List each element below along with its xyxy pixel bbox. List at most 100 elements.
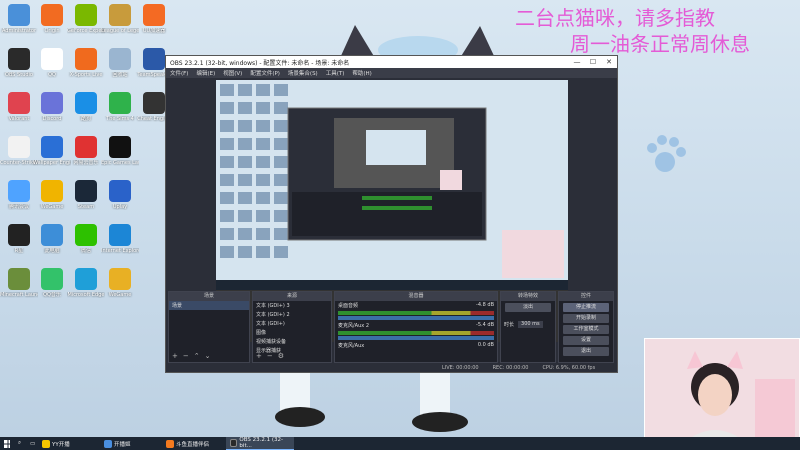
desktop-icon[interactable]: Uplay — [101, 180, 139, 210]
desktop-app-icon — [8, 224, 30, 246]
desktop-icon-label: GeForce Experience — [67, 28, 105, 34]
taskbar-item-douyu[interactable]: 斗鱼直播伴侣 — [162, 437, 226, 450]
taskbar-item-label: 斗鱼直播伴侣 — [176, 441, 210, 448]
desktop-icon[interactable]: The Sims 4 — [101, 92, 139, 122]
add-source-button[interactable]: + — [256, 352, 262, 360]
studio-mode-button[interactable]: 工作室模式 — [563, 325, 609, 334]
add-scene-button[interactable]: + — [172, 352, 178, 360]
obs-window-title: OBS 23.2.1 (32-bit, windows) - 配置文件: 未命名… — [170, 59, 350, 67]
desktop-icon[interactable]: Steam — [67, 180, 105, 210]
desktop-icon[interactable]: Wallpaper Engine — [33, 136, 71, 166]
desktop-icon-label: 此电脑 — [44, 248, 60, 254]
desktop-icon[interactable]: X-Sports Live — [67, 48, 105, 78]
desktop-icon[interactable]: WeGame — [33, 180, 71, 210]
menu-profile[interactable]: 配置文件(P) — [250, 69, 280, 77]
desktop-icon[interactable]: Discord — [33, 92, 71, 122]
desktop-icon-label: 回收站 — [112, 72, 128, 78]
menu-view[interactable]: 视图(V) — [223, 69, 242, 77]
desktop-app-icon — [75, 180, 97, 202]
yy-app-icon — [42, 439, 50, 448]
desktop-icon[interactable]: 网易云音乐 — [67, 136, 105, 166]
desktop-app-icon — [8, 136, 30, 158]
source-item[interactable]: 图像 — [253, 328, 331, 337]
volume-meter — [338, 311, 494, 315]
source-item[interactable]: 文本 (GDI+) 2 — [253, 310, 331, 319]
desktop-icon-label: Wallpaper Engine — [33, 160, 71, 166]
desktop-icon[interactable]: 微信 — [67, 224, 105, 254]
source-item[interactable]: 视频捕获设备 — [253, 337, 331, 346]
desktop-icon[interactable]: 酷狗 — [67, 92, 105, 122]
desktop-icon-label: UU加速器 — [142, 28, 166, 34]
desktop-app-icon — [109, 48, 131, 70]
desktop-icon[interactable]: 此电脑 — [33, 224, 71, 254]
taskbar-search-icon[interactable]: ⌕ — [14, 437, 26, 450]
settings-button[interactable]: 设置 — [563, 336, 609, 345]
duration-input[interactable]: 300 ms — [518, 321, 543, 328]
transition-type-select[interactable]: 淡出 — [505, 303, 551, 312]
cpu-fps-readout: CPU: 6.9%, 60.00 fps — [542, 364, 596, 371]
wallpaper-character-ears — [330, 20, 530, 64]
desktop-icon[interactable]: UU加速器 — [135, 4, 173, 34]
source-item[interactable]: 文本 (GDI+) 3 — [253, 301, 331, 310]
menu-scene-collection[interactable]: 场景集合(S) — [288, 69, 318, 77]
taskbar-item-yy[interactable]: YY开播 — [38, 437, 100, 450]
minimize-button[interactable]: — — [569, 58, 585, 66]
desktop-app-icon — [75, 4, 97, 26]
desktop-icon[interactable]: Microsoft Edge — [67, 268, 105, 298]
desktop-icon-label: X-Sports Live — [69, 72, 103, 78]
start-button[interactable] — [0, 437, 14, 450]
desktop-icon-label: Epic Games Launcher — [101, 160, 139, 166]
desktop-app-icon — [8, 180, 30, 202]
source-properties-gear-icon[interactable]: ⚙ — [278, 352, 284, 360]
desktop-icon-label: The Sims 4 — [106, 116, 134, 122]
desktop-app-icon — [109, 268, 131, 290]
stop-streaming-button[interactable]: 停止推流 — [563, 303, 609, 312]
volume-slider[interactable] — [338, 316, 494, 320]
desktop-icon[interactable]: 回收站 — [101, 48, 139, 78]
menu-help[interactable]: 帮助(H) — [352, 69, 371, 77]
scenes-toolbar: + − ⌃ ⌄ — [172, 352, 211, 360]
remove-scene-button[interactable]: − — [183, 352, 189, 360]
move-down-icon[interactable]: ⌄ — [205, 352, 211, 360]
obs-title-bar: OBS 23.2.1 (32-bit, windows) - 配置文件: 未命名… — [166, 56, 617, 68]
desktop-icon[interactable]: Internet Explorer — [101, 224, 139, 254]
desktop-icon-label: Uplay — [112, 204, 128, 210]
start-recording-button[interactable]: 开始录制 — [563, 314, 609, 323]
close-button[interactable]: ✕ — [601, 58, 617, 66]
desktop-app-icon — [8, 48, 30, 70]
live-timer: LIVE: 00:00:00 — [442, 364, 479, 371]
taskbar-item-label: 开播姬 — [114, 441, 131, 448]
streamer-webcam-image — [645, 339, 799, 449]
scene-item[interactable]: 场景 — [169, 301, 249, 310]
taskbar-item-obs[interactable]: OBS 23.2.1 (32-bit... — [226, 437, 294, 450]
desktop-icon[interactable]: GeForce Experience — [67, 4, 105, 34]
scenes-dock-title: 场景 — [169, 292, 249, 301]
desktop-app-icon — [41, 268, 63, 290]
desktop-icon-label: League of Legends — [101, 28, 139, 34]
menu-edit[interactable]: 编辑(E) — [196, 69, 215, 77]
menu-file[interactable]: 文件(F) — [170, 69, 188, 77]
volume-slider[interactable] — [338, 336, 494, 340]
stream-overlay-line-1: 二台点猫咪，请多指教 — [515, 6, 715, 30]
desktop-icon[interactable]: Epic Games Launcher — [101, 136, 139, 166]
maximize-button[interactable]: ☐ — [585, 58, 601, 66]
kaiboji-app-icon — [104, 439, 112, 448]
exit-button[interactable]: 退出 — [563, 347, 609, 356]
desktop-icon[interactable]: QQ — [33, 48, 71, 78]
mixer-channel-name: 桌面音频 — [338, 303, 359, 309]
desktop-icon[interactable]: League of Legends — [101, 4, 139, 34]
desktop-icon[interactable]: QQ音乐 — [33, 268, 71, 298]
task-view-icon[interactable]: ▭ — [26, 437, 38, 450]
mixer-dock-title: 混音器 — [335, 292, 497, 301]
sources-dock: 来源 文本 (GDI+) 3 文本 (GDI+) 2 文本 (GDI+) 图像 … — [252, 291, 332, 363]
menu-tools[interactable]: 工具(T) — [326, 69, 345, 77]
move-up-icon[interactable]: ⌃ — [194, 352, 200, 360]
volume-meter — [338, 331, 494, 335]
desktop-icon[interactable]: WeGame — [101, 268, 139, 298]
source-item[interactable]: 文本 (GDI+) — [253, 319, 331, 328]
preview-capture-image — [216, 80, 568, 290]
remove-source-button[interactable]: − — [267, 352, 273, 360]
taskbar-item-kaiboji[interactable]: 开播姬 — [100, 437, 162, 450]
desktop-icon[interactable]: Origin — [33, 4, 71, 34]
desktop-app-icon — [109, 224, 131, 246]
